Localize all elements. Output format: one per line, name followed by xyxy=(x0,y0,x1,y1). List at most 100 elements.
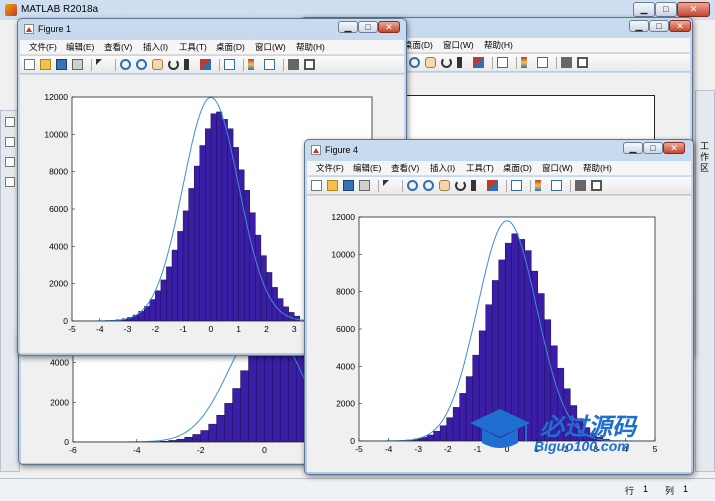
main-minimize-button[interactable]: ▁ xyxy=(633,2,655,17)
watermark-url: Biguo100.com xyxy=(534,438,630,454)
menu-item-file[interactable]: 文件(F) xyxy=(29,41,57,54)
rotate-icon[interactable] xyxy=(455,180,466,191)
zoom-out-icon[interactable] xyxy=(423,180,434,191)
toolbar xyxy=(307,177,691,195)
panel-expand-icon[interactable] xyxy=(5,177,15,187)
hide-tools-icon[interactable] xyxy=(288,59,299,70)
panel-expand-icon[interactable] xyxy=(5,137,15,147)
link-plot-icon[interactable] xyxy=(511,180,522,191)
pointer-icon[interactable] xyxy=(383,180,389,186)
menu-item-help[interactable]: 帮助(H) xyxy=(296,41,325,54)
y-tick-label: 10000 xyxy=(44,129,68,139)
colorbar-icon[interactable] xyxy=(248,59,254,70)
menu-item-insert[interactable]: 插入(I) xyxy=(143,41,168,54)
x-tick-label: -3 xyxy=(124,324,132,334)
rotate-icon[interactable] xyxy=(168,59,179,70)
colorbar-icon[interactable] xyxy=(521,57,527,68)
figure-1-title: Figure 1 xyxy=(38,22,71,36)
menu-item-view[interactable]: 查看(V) xyxy=(391,162,419,175)
zoom-in-icon[interactable] xyxy=(120,59,131,70)
minimize-button[interactable]: ▁ xyxy=(629,20,649,32)
zoom-out-icon[interactable] xyxy=(409,57,420,68)
pointer-icon[interactable] xyxy=(96,59,102,65)
legend-icon[interactable] xyxy=(537,57,548,68)
menu-item-view[interactable]: 查看(V) xyxy=(104,41,132,54)
new-figure-icon[interactable] xyxy=(24,59,35,70)
legend-icon[interactable] xyxy=(264,59,275,70)
colorbar-icon[interactable] xyxy=(535,180,541,191)
histogram-bar xyxy=(222,119,228,321)
minimize-button[interactable]: ▁ xyxy=(338,21,358,33)
link-plot-icon[interactable] xyxy=(224,59,235,70)
data-cursor-icon[interactable] xyxy=(457,57,462,68)
menu-item-tools[interactable]: 工具(T) xyxy=(179,41,207,54)
close-button[interactable]: ✕ xyxy=(378,21,400,33)
minimize-button[interactable]: ▁ xyxy=(623,142,643,154)
histogram-bar xyxy=(209,424,217,442)
data-cursor-icon[interactable] xyxy=(184,59,189,70)
status-row-value: 1 xyxy=(643,484,648,494)
histogram-bar xyxy=(178,231,184,321)
save-icon[interactable] xyxy=(343,180,354,191)
histogram-bar xyxy=(249,351,257,442)
brush-icon[interactable] xyxy=(473,57,484,68)
menu-item-help[interactable]: 帮助(H) xyxy=(484,39,513,52)
pan-icon[interactable] xyxy=(425,57,436,68)
menu-item-desktop[interactable]: 桌面(D) xyxy=(503,162,532,175)
brush-icon[interactable] xyxy=(487,180,498,191)
maximize-button[interactable]: □ xyxy=(358,21,378,33)
toolbar-separator xyxy=(283,59,284,71)
menu-item-window[interactable]: 窗口(W) xyxy=(443,39,474,52)
right-workspace-strip[interactable]: 工作区 xyxy=(695,90,715,472)
panel-expand-icon[interactable] xyxy=(5,117,15,127)
hide-tools-icon[interactable] xyxy=(575,180,586,191)
close-button[interactable]: ✕ xyxy=(663,142,685,154)
menu-item-desktop[interactable]: 桌面(D) xyxy=(216,41,245,54)
data-cursor-icon[interactable] xyxy=(471,180,476,191)
brush-icon[interactable] xyxy=(200,59,211,70)
show-tools-icon[interactable] xyxy=(577,57,588,68)
menu-item-insert[interactable]: 插入(I) xyxy=(430,162,455,175)
new-figure-icon[interactable] xyxy=(311,180,322,191)
menu-item-desktop[interactable]: 桌面(D) xyxy=(404,39,433,52)
rotate-icon[interactable] xyxy=(441,57,452,68)
pan-icon[interactable] xyxy=(152,59,163,70)
x-tick-label: -2 xyxy=(152,324,160,334)
pan-icon[interactable] xyxy=(439,180,450,191)
maximize-button[interactable]: □ xyxy=(643,142,663,154)
histogram-bar xyxy=(447,418,454,441)
menu-item-file[interactable]: 文件(F) xyxy=(316,162,344,175)
open-file-icon[interactable] xyxy=(327,180,338,191)
show-tools-icon[interactable] xyxy=(304,59,315,70)
open-file-icon[interactable] xyxy=(40,59,51,70)
save-icon[interactable] xyxy=(56,59,67,70)
menu-item-window[interactable]: 窗口(W) xyxy=(255,41,286,54)
zoom-out-icon[interactable] xyxy=(136,59,147,70)
x-tick-label: 3 xyxy=(292,324,297,334)
x-tick-label: 0 xyxy=(209,324,214,334)
print-icon[interactable] xyxy=(359,180,370,191)
toolbar-separator xyxy=(91,59,92,71)
main-close-button[interactable]: ✕ xyxy=(677,2,710,17)
menu-item-edit[interactable]: 编辑(E) xyxy=(66,41,94,54)
menu-item-tools[interactable]: 工具(T) xyxy=(466,162,494,175)
close-button[interactable]: ✕ xyxy=(669,20,691,32)
histogram-bar xyxy=(150,300,156,321)
legend-icon[interactable] xyxy=(551,180,562,191)
hide-tools-icon[interactable] xyxy=(561,57,572,68)
print-icon[interactable] xyxy=(72,59,83,70)
y-tick-label: 12000 xyxy=(44,92,68,102)
zoom-in-icon[interactable] xyxy=(407,180,418,191)
main-maximize-button[interactable]: □ xyxy=(655,2,677,17)
maximize-button[interactable]: □ xyxy=(649,20,669,32)
menu-item-help[interactable]: 帮助(H) xyxy=(583,162,612,175)
menu-item-window[interactable]: 窗口(W) xyxy=(542,162,573,175)
link-plot-icon[interactable] xyxy=(497,57,508,68)
histogram-bar xyxy=(193,434,201,442)
menu-item-edit[interactable]: 编辑(E) xyxy=(353,162,381,175)
show-tools-icon[interactable] xyxy=(591,180,602,191)
histogram-bar xyxy=(434,431,441,441)
panel-expand-icon[interactable] xyxy=(5,157,15,167)
y-tick-label: 6000 xyxy=(49,204,68,214)
figure-4-title: Figure 4 xyxy=(325,143,358,157)
